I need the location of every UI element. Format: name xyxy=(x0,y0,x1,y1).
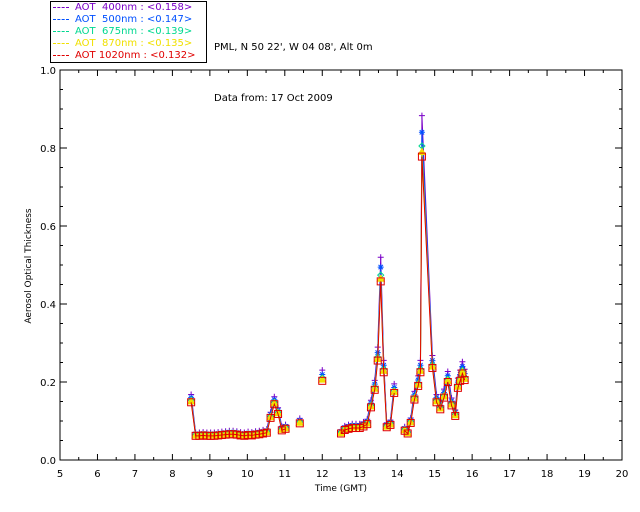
y-axis: 0.0 0.2 0.4 0.6 0.8 1.0 xyxy=(40,66,622,467)
x-tick-label: 17 xyxy=(503,469,516,480)
y-tick-label: 0.0 xyxy=(40,456,56,467)
legend-item: AOT 400nm : <0.158> xyxy=(53,2,192,14)
x-axis-title: Time (GMT) xyxy=(314,484,367,494)
x-tick-label: 10 xyxy=(241,469,254,480)
x-tick-label: 9 xyxy=(207,469,213,480)
x-tick-label: 19 xyxy=(578,469,591,480)
legend-swatch xyxy=(53,18,69,20)
series-group xyxy=(186,112,470,440)
legend-item: AOT 500nm : <0.147> xyxy=(53,14,192,26)
legend-swatch xyxy=(53,54,69,56)
series-aot-400nm xyxy=(188,112,468,436)
x-tick-label: 15 xyxy=(428,469,441,480)
legend-label: AOT 1020nm : <0.132> xyxy=(75,50,196,61)
x-tick-label: 8 xyxy=(169,469,175,480)
x-tick-label: 18 xyxy=(541,469,554,480)
x-tick-label: 16 xyxy=(466,469,479,480)
legend: AOT 400nm : <0.158> AOT 500nm : <0.147> AO… xyxy=(50,1,207,63)
y-axis-title: Aerosol Optical Thickness xyxy=(24,208,34,324)
x-tick-label: 12 xyxy=(316,469,329,480)
legend-label: AOT 400nm : <0.158> xyxy=(75,2,193,13)
legend-item: AOT 675nm : <0.139> xyxy=(53,26,192,38)
x-tick-label: 7 xyxy=(132,469,138,480)
data-point xyxy=(377,264,384,271)
x-tick-label: 14 xyxy=(391,469,404,480)
plot-border xyxy=(59,69,623,461)
x-tick-label: 6 xyxy=(94,469,100,480)
observation-date: Data from: 17 Oct 2009 xyxy=(214,93,333,104)
legend-swatch xyxy=(53,30,69,32)
y-tick-label: 0.4 xyxy=(40,300,56,311)
legend-item: AOT 870nm : <0.135> xyxy=(53,38,192,50)
y-tick-label: 0.2 xyxy=(40,378,56,389)
legend-label: AOT 675nm : <0.139> xyxy=(75,26,193,37)
series-aot-675nm xyxy=(187,142,469,439)
data-point xyxy=(418,129,425,136)
series-line xyxy=(404,156,466,435)
site-location: PML, N 50 22', W 04 08', Alt 0m xyxy=(214,42,373,53)
x-tick-label: 11 xyxy=(278,469,291,480)
legend-swatch xyxy=(53,42,69,44)
site-info: PML, N 50 22', W 04 08', Alt 0m Data fro… xyxy=(214,5,373,124)
y-tick-label: 0.6 xyxy=(40,222,56,233)
x-axis: 5 6 7 8 9 10 11 12 13 14 15 16 17 18 19 20 xyxy=(57,70,629,480)
data-point xyxy=(377,254,384,261)
y-tick-label: 1.0 xyxy=(40,66,56,77)
series-aot-500nm xyxy=(188,129,468,437)
y-tick-label: 0.8 xyxy=(40,144,56,155)
series-aot-1020nm xyxy=(187,152,469,440)
series-aot-870nm xyxy=(186,147,470,439)
legend-label: AOT 870nm : <0.135> xyxy=(75,38,193,49)
data-point xyxy=(418,112,425,119)
x-tick-label: 13 xyxy=(353,469,366,480)
legend-item: AOT 1020nm : <0.132> xyxy=(53,50,195,62)
x-tick-label: 20 xyxy=(616,469,629,480)
legend-label: AOT 500nm : <0.147> xyxy=(75,14,193,25)
plot-frame xyxy=(59,69,623,461)
x-tick-label: 5 xyxy=(57,469,63,480)
legend-swatch xyxy=(53,6,69,8)
data-point xyxy=(417,147,427,156)
